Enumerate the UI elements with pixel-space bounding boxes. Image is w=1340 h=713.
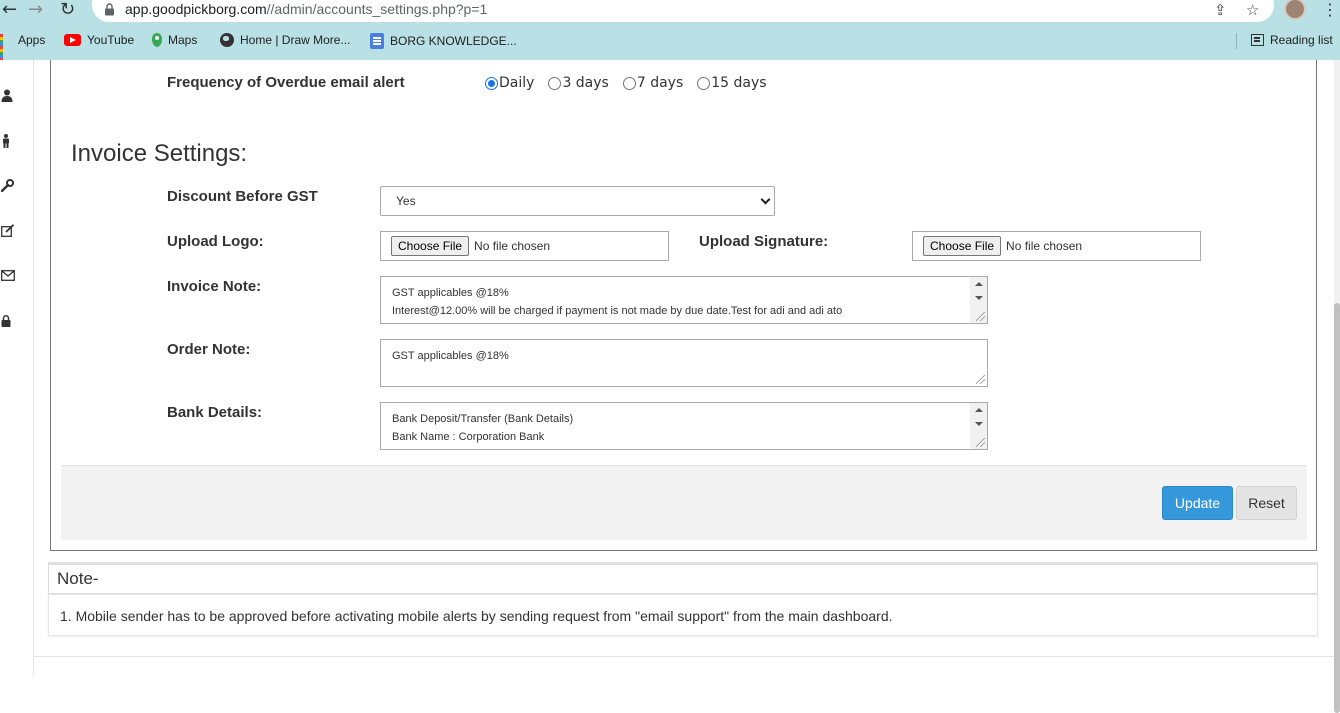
logo-file-input[interactable]: Choose File No file chosen	[380, 231, 669, 261]
page-scrollbar-thumb[interactable]	[1334, 303, 1340, 713]
globe-icon	[220, 33, 234, 47]
reset-button[interactable]: Reset	[1236, 486, 1297, 520]
resize-handle[interactable]	[976, 438, 985, 447]
alert-frequency-radios: Daily 3 days 7 days 15 days	[485, 75, 781, 91]
bookmark-borg[interactable]: BORG KNOWLEDGE...	[370, 33, 517, 49]
discount-select[interactable]: Yes	[380, 186, 775, 216]
male-icon[interactable]	[1, 134, 15, 148]
apps-icon	[0, 34, 12, 61]
url-text[interactable]: app.goodpickborg.com//admin/accounts_set…	[125, 1, 487, 17]
page-scrollbar[interactable]	[1334, 60, 1340, 713]
maps-icon	[152, 33, 162, 47]
bookmark-maps[interactable]: Maps	[152, 33, 197, 47]
order-note-label: Order Note:	[167, 341, 251, 358]
radio-daily[interactable]: Daily	[485, 75, 534, 91]
reading-list-icon	[1251, 34, 1264, 46]
radio-15-days[interactable]: 15 days	[697, 75, 767, 91]
profile-avatar[interactable]	[1284, 0, 1306, 20]
bookmark-apps[interactable]: Apps	[0, 33, 45, 61]
browser-chrome: ← → ↻ app.goodpickborg.com//admin/accoun…	[0, 0, 1340, 61]
radio-3-days[interactable]: 3 days	[548, 75, 609, 91]
sidebar	[0, 60, 34, 675]
note-heading: Note-	[48, 562, 1318, 594]
lock-icon[interactable]	[104, 3, 115, 16]
upload-logo-label: Upload Logo:	[167, 233, 264, 250]
bookmarks-separator	[1236, 33, 1237, 49]
discount-label: Discount Before GST	[167, 188, 318, 205]
chevron-down-icon	[760, 194, 771, 205]
user-icon[interactable]	[1, 89, 15, 103]
wrench-icon[interactable]	[0, 179, 15, 193]
youtube-icon	[64, 34, 81, 46]
update-button[interactable]: Update	[1162, 486, 1233, 520]
reload-icon[interactable]: ↻	[60, 0, 75, 20]
bank-details-textarea[interactable]: Bank Deposit/Transfer (Bank Details) Ban…	[380, 402, 988, 450]
bank-details-label: Bank Details:	[167, 404, 263, 421]
invoice-note-textarea[interactable]: GST applicables @18% Interest@12.00% wil…	[380, 276, 988, 324]
lock-icon[interactable]	[1, 315, 15, 329]
share-icon[interactable]: ⇪	[1214, 1, 1227, 19]
star-icon[interactable]: ☆	[1246, 1, 1259, 19]
forward-icon[interactable]: →	[28, 0, 43, 20]
doc-icon	[370, 33, 384, 49]
alert-frequency-label: Frequency of Overdue email alert	[167, 74, 405, 91]
envelope-icon[interactable]	[1, 270, 15, 284]
invoice-note-label: Invoice Note:	[167, 278, 262, 295]
url-row: ← → ↻ app.goodpickborg.com//admin/accoun…	[0, 0, 1340, 22]
back-icon[interactable]: ←	[2, 0, 17, 20]
upload-signature-label: Upload Signature:	[699, 233, 829, 250]
edit-icon[interactable]	[1, 224, 15, 238]
radio-7-days-dot[interactable]	[622, 76, 636, 90]
bookmark-home[interactable]: Home | Draw More...	[220, 33, 350, 47]
radio-15-days-dot[interactable]	[697, 76, 711, 90]
form-footer	[61, 465, 1307, 540]
bookmarks-bar: Apps YouTube Maps Home | Draw More... BO…	[0, 28, 1340, 61]
order-note-textarea[interactable]: GST applicables @18%	[380, 339, 988, 387]
resize-handle[interactable]	[976, 375, 985, 384]
reading-list[interactable]: Reading list	[1251, 33, 1333, 47]
divider	[34, 656, 1334, 657]
invoice-settings-title: Invoice Settings:	[71, 140, 248, 167]
resize-handle[interactable]	[976, 312, 985, 321]
signature-choose-file-button[interactable]: Choose File	[923, 236, 1002, 256]
radio-7-days[interactable]: 7 days	[622, 75, 683, 91]
radio-3-days-dot[interactable]	[548, 76, 562, 90]
bookmark-youtube[interactable]: YouTube	[64, 33, 134, 47]
menu-icon[interactable]: ⋮	[1322, 0, 1338, 19]
note-text: 1. Mobile sender has to be approved befo…	[48, 594, 1318, 636]
radio-daily-dot[interactable]	[485, 76, 498, 90]
logo-choose-file-button[interactable]: Choose File	[391, 236, 470, 256]
signature-file-input[interactable]: Choose File No file chosen	[912, 231, 1201, 261]
